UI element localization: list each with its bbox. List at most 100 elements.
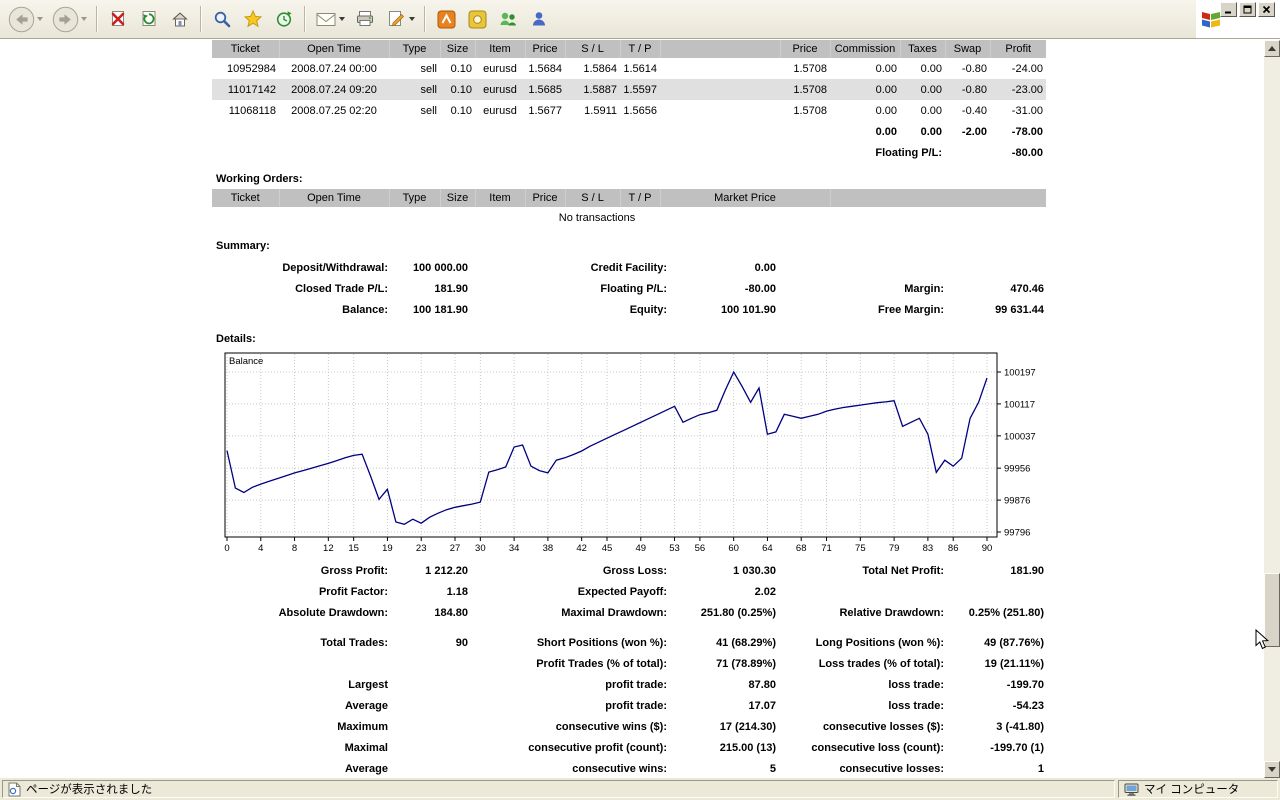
refresh-icon	[142, 11, 156, 26]
minimize-icon	[1225, 11, 1231, 14]
app-orange-button[interactable]	[435, 8, 457, 30]
forward-button[interactable]	[52, 6, 79, 33]
total-cell: -78.00	[1011, 125, 1043, 138]
trade-row: 10952984 2008.07.24 00:00 sell 0.10 eurusd 1.…	[212, 58, 1046, 79]
stat-row: Absolute Drawdown: 184.80 Maximal Drawdown…	[212, 603, 1046, 624]
column-header	[829, 189, 1046, 207]
column-header: Open Time	[278, 189, 389, 207]
table-header-row: Ticket Open Time Type Size Item Price S / LT /…	[212, 40, 1046, 58]
trade-cell: 1.5677	[528, 104, 562, 117]
trade-cell	[660, 58, 780, 79]
svg-text:79: 79	[889, 543, 900, 554]
svg-text:64: 64	[762, 543, 773, 554]
favorites-button[interactable]	[242, 8, 264, 30]
favorites-star-icon	[244, 10, 262, 28]
summary-label: Credit Facility:	[590, 262, 667, 274]
total-cell: 0.00	[920, 125, 942, 138]
back-dropdown-caret[interactable]	[37, 17, 43, 21]
svg-text:99956: 99956	[1004, 464, 1030, 475]
stat-label: Long Positions (won %):	[815, 637, 944, 649]
column-header: Type	[388, 40, 440, 58]
svg-text:0: 0	[224, 543, 229, 554]
maximize-button[interactable]	[1239, 2, 1256, 17]
summary-label: Margin:	[904, 283, 944, 295]
working-orders-table: Ticket Open Time Type Size Item Price S / LT /…	[212, 189, 1046, 207]
history-button[interactable]	[273, 8, 295, 30]
browser-window: Ticket Open Time Type Size Item Price S / LT /…	[0, 0, 1280, 800]
trade-cell: 0.00	[875, 104, 897, 117]
forward-icon	[52, 6, 79, 32]
summary-value: 181.90	[434, 283, 468, 295]
stat-label	[778, 582, 946, 603]
statement-page: Ticket Open Time Type Size Item Price S / LT /…	[212, 40, 1046, 778]
toolbar-separator	[96, 6, 98, 32]
edit-button[interactable]	[385, 8, 407, 30]
back-button[interactable]	[8, 6, 35, 33]
column-header: Ticket	[212, 189, 279, 207]
trade-cell	[660, 100, 780, 121]
details-title: Details:	[216, 333, 256, 345]
search-icon	[214, 11, 231, 28]
close-button[interactable]	[1258, 2, 1275, 17]
stat-row: Total Trades: 90 Short Positions (won %): 4…	[212, 633, 1046, 654]
stat-label: consecutive wins ($):	[555, 721, 667, 733]
stat-value	[946, 582, 1046, 603]
trade-cell: -0.40	[961, 104, 987, 117]
floating-pl-spacer	[945, 142, 990, 163]
app-blue-button[interactable]	[528, 8, 550, 30]
summary-value	[946, 258, 1046, 279]
balance-chart: 100197 100117 100037 99956 99876 99796 0 4 8 12 15…	[212, 351, 1046, 555]
refresh-button[interactable]	[138, 8, 160, 30]
stat-label: Average	[344, 700, 388, 712]
print-button[interactable]	[354, 8, 376, 30]
stat-label: Maximal Drawdown:	[561, 607, 667, 619]
stat-label	[212, 654, 390, 675]
history-icon	[276, 11, 292, 27]
titlebar-corner	[1196, 0, 1280, 39]
trade-cell: 0.00	[900, 79, 945, 100]
mail-dropdown-caret[interactable]	[339, 17, 345, 21]
home-button[interactable]	[169, 8, 191, 30]
summary-label: Free Margin:	[877, 304, 944, 316]
summary-row: Closed Trade P/L: 181.90 Floating P/L: -80.…	[212, 279, 1046, 300]
svg-text:75: 75	[855, 543, 866, 554]
stat-value	[390, 696, 470, 717]
scroll-down-button[interactable]	[1264, 761, 1280, 778]
stat-row: Gross Profit: 1 212.20 Gross Loss: 1 030.30…	[212, 561, 1046, 582]
forward-dropdown-caret[interactable]	[81, 17, 87, 21]
trade-row: 11068118 2008.07.25 02:20 sell 0.10 eurusd 1.…	[212, 100, 1046, 121]
summary-row: Deposit/Withdrawal: 100 000.00 Credit Faci…	[212, 258, 1046, 279]
edit-dropdown-caret[interactable]	[409, 17, 415, 21]
app-blue-icon	[533, 12, 545, 26]
stat-value: -199.70	[1006, 679, 1044, 691]
mouse-cursor	[1255, 629, 1270, 650]
trade-cell: 0.10	[440, 79, 475, 100]
summary-label: Deposit/Withdrawal:	[282, 262, 388, 274]
scroll-up-button[interactable]	[1264, 40, 1280, 57]
trade-cell: -31.00	[1011, 104, 1043, 117]
svg-text:100197: 100197	[1004, 368, 1036, 379]
stats-grid: Gross Profit: 1 212.20 Gross Loss: 1 030.30…	[212, 561, 1046, 778]
totals-spacer	[212, 121, 830, 142]
column-header: Size	[439, 189, 475, 207]
trade-cell: 1.5684	[528, 62, 562, 75]
stat-label: consecutive losses:	[839, 763, 944, 775]
home-icon	[172, 12, 188, 27]
toolbar-separator	[424, 6, 426, 32]
column-header: T / P	[619, 40, 660, 58]
search-button[interactable]	[211, 8, 233, 30]
stat-label: consecutive profit (count):	[528, 742, 667, 754]
messenger-button[interactable]	[497, 8, 519, 30]
minimize-button[interactable]	[1220, 2, 1237, 17]
mail-button[interactable]	[315, 8, 337, 30]
stop-button[interactable]	[107, 8, 129, 30]
stat-value: 181.90	[1010, 565, 1044, 577]
column-header: Type	[388, 189, 440, 207]
app-gold-button[interactable]	[466, 8, 488, 30]
trade-cell: 2008.07.24 09:20	[279, 79, 389, 100]
vertical-scrollbar[interactable]	[1264, 40, 1280, 778]
column-header: Open Time	[278, 40, 389, 58]
trade-cell: 1.5597	[620, 79, 660, 100]
stat-label: Profit Factor:	[318, 586, 388, 598]
column-header: Market Price	[659, 189, 830, 207]
